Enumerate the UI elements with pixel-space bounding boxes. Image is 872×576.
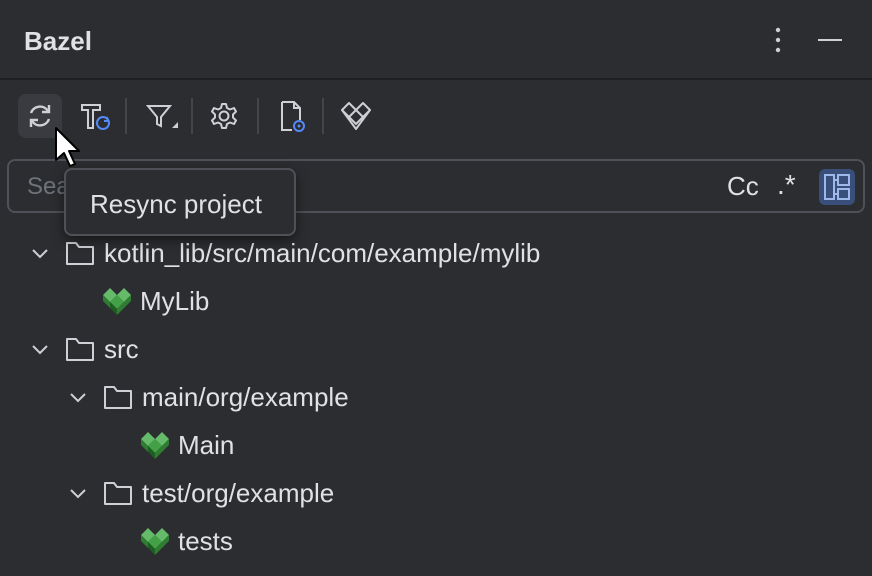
tree-filter-toggle[interactable]	[819, 169, 855, 205]
minimize-icon	[818, 39, 842, 41]
settings-button[interactable]	[202, 94, 246, 138]
tree-item-label: kotlin_lib/src/main/com/example/mylib	[104, 237, 541, 268]
tree-structure-icon	[824, 174, 850, 200]
tree-item-target[interactable]: tests	[140, 517, 233, 565]
filter-button[interactable]	[138, 94, 182, 138]
bazel-target-icon	[141, 432, 169, 459]
settings-icon	[211, 103, 237, 129]
tree-item-folder[interactable]: kotlin_lib/src/main/com/example/mylib	[28, 229, 540, 277]
tooltip-text: Resync project	[90, 189, 262, 219]
toolbar-separator	[322, 98, 324, 134]
chevron-down-icon[interactable]	[66, 385, 90, 409]
bazel-button[interactable]	[334, 94, 378, 138]
toolbar-separator	[257, 98, 259, 134]
folder-icon	[104, 386, 132, 409]
tree-item-folder[interactable]: src	[28, 325, 139, 373]
tree-item-label: main/org/example	[142, 381, 349, 412]
tooltip: Resync project	[64, 168, 296, 236]
tree-item-folder[interactable]: test/org/example	[66, 469, 334, 517]
project-view-button[interactable]	[268, 94, 312, 138]
tree-item-target[interactable]: MyLib	[102, 277, 209, 325]
bazel-target-icon	[103, 288, 131, 315]
filter-icon	[145, 105, 178, 128]
toolbar	[0, 92, 872, 140]
regex-toggle[interactable]: .*	[777, 169, 796, 201]
tree-item-label: test/org/example	[142, 477, 335, 508]
folder-icon	[104, 482, 132, 505]
tree-item-label: src	[104, 333, 139, 364]
more-vertical-icon	[775, 27, 781, 53]
panel-header: Bazel	[0, 0, 872, 80]
bazel-target-icon	[141, 528, 169, 555]
folder-icon	[66, 242, 94, 265]
more-options-button[interactable]	[760, 22, 796, 58]
chevron-down-icon[interactable]	[28, 337, 52, 361]
resync-icon	[29, 105, 51, 127]
tree-item-target[interactable]: Main	[140, 421, 234, 469]
mouse-pointer-icon	[55, 127, 80, 167]
folder-icon	[66, 338, 94, 361]
panel-title: Bazel	[24, 26, 92, 56]
bazel-logo-icon	[341, 102, 371, 130]
chevron-down-icon[interactable]	[66, 481, 90, 505]
tree-item-label: Main	[178, 429, 235, 460]
tree-item-label: MyLib	[140, 285, 210, 316]
toolbar-separator	[125, 98, 127, 134]
tree-item-folder[interactable]: main/org/example	[66, 373, 349, 421]
chevron-down-icon[interactable]	[28, 241, 52, 265]
tree-item-label: tests	[178, 525, 233, 556]
match-case-toggle[interactable]: Cc	[727, 171, 759, 202]
toolbar-separator	[191, 98, 193, 134]
minimize-button[interactable]	[812, 22, 848, 58]
project-view-icon	[281, 101, 305, 132]
